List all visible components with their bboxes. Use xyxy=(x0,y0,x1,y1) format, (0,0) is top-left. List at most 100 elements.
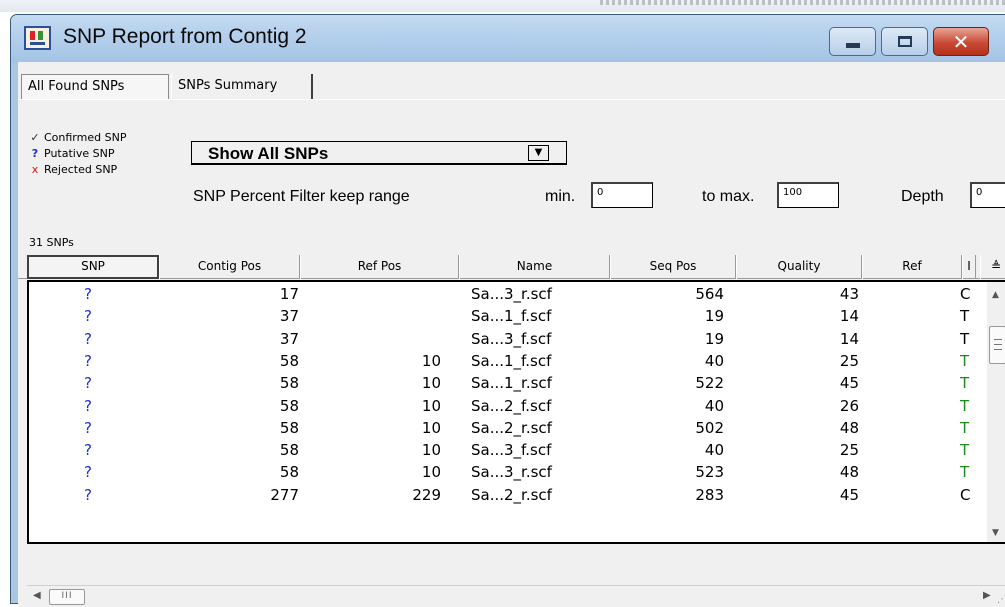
contig-pos-cell: 37 xyxy=(279,329,299,348)
name-cell: Sa...2_f.scf xyxy=(471,396,552,415)
tab-snps-summary[interactable]: SNPs Summary xyxy=(171,74,313,99)
name-cell: Sa...3_f.scf xyxy=(471,441,552,460)
app-icon[interactable] xyxy=(24,26,51,50)
table-row[interactable]: ? 37 Sa...1_f.scf 19 14 T xyxy=(29,305,979,327)
column-header-name[interactable]: Name xyxy=(459,255,610,279)
dropdown-arrow-button[interactable]: ▼ xyxy=(528,145,549,161)
column-header-seq-pos[interactable]: Seq Pos xyxy=(610,255,736,279)
ref-cell: T xyxy=(960,329,970,348)
seq-pos-cell: 283 xyxy=(695,485,724,504)
column-header-contig-pos[interactable]: Contig Pos xyxy=(159,255,300,279)
ref-cell: T xyxy=(960,351,970,370)
checkmark-icon: ✓ xyxy=(30,131,40,144)
table-row[interactable]: ? 58 10 Sa...3_r.scf 523 48 T xyxy=(29,461,979,483)
min-percent-input[interactable]: 0 xyxy=(591,182,653,208)
snp-status-cell: ? xyxy=(84,329,92,348)
maximize-icon xyxy=(897,36,912,47)
name-cell: Sa...3_r.scf xyxy=(471,463,552,482)
column-header-i[interactable]: I xyxy=(962,255,976,279)
vertical-scroll-thumb[interactable] xyxy=(989,326,1005,364)
snp-status-cell: ? xyxy=(84,396,92,415)
name-cell: Sa...1_f.scf xyxy=(471,307,552,326)
seq-pos-cell: 19 xyxy=(704,329,724,348)
contig-pos-cell: 58 xyxy=(279,351,299,370)
quality-cell: 48 xyxy=(839,463,859,482)
minimize-icon xyxy=(845,43,860,48)
table-row[interactable]: ? 58 10 Sa...2_r.scf 502 48 T xyxy=(29,417,979,439)
table-row[interactable]: ? 58 10 Sa...1_r.scf 522 45 T xyxy=(29,372,979,394)
name-cell: Sa...3_f.scf xyxy=(471,329,552,348)
snp-status-cell: ? xyxy=(84,418,92,437)
snp-status-cell: ? xyxy=(84,307,92,326)
snp-status-cell: ? xyxy=(84,374,92,393)
horizontal-scrollbar[interactable]: ◀ III ▶ ⋰ xyxy=(27,585,1005,607)
minimize-button[interactable] xyxy=(829,27,876,56)
max-percent-input[interactable]: 100 xyxy=(777,182,839,208)
title-bar[interactable]: SNP Report from Contig 2 ✕ xyxy=(11,15,1005,63)
quality-cell: 14 xyxy=(839,307,859,326)
ref-pos-cell: 229 xyxy=(412,485,441,504)
resize-grip-icon[interactable]: ⋰ xyxy=(997,594,1005,605)
column-header-ref-pos[interactable]: Ref Pos xyxy=(300,255,459,279)
ref-cell: T xyxy=(960,396,970,415)
ref-cell: T xyxy=(960,441,970,460)
quality-cell: 25 xyxy=(839,351,859,370)
ref-pos-cell: 10 xyxy=(421,351,441,370)
name-cell: Sa...2_r.scf xyxy=(471,485,552,504)
quality-cell: 26 xyxy=(839,396,859,415)
name-cell: Sa...3_r.scf xyxy=(471,285,552,303)
scroll-left-icon[interactable]: ◀ xyxy=(33,590,41,601)
scroll-up-icon[interactable]: ▲ xyxy=(992,290,999,300)
chevron-down-icon: ▼ xyxy=(534,147,543,158)
window-title: SNP Report from Contig 2 xyxy=(63,25,307,48)
scroll-down-icon[interactable]: ▼ xyxy=(992,528,999,538)
quality-cell: 45 xyxy=(839,485,859,504)
tab-all-found-snps[interactable]: All Found SNPs xyxy=(21,74,169,99)
seq-pos-cell: 19 xyxy=(704,307,724,326)
ref-cell: T xyxy=(960,307,970,326)
horizontal-scroll-thumb[interactable]: III xyxy=(49,589,85,605)
quality-cell: 48 xyxy=(839,418,859,437)
column-header-ref[interactable]: Ref xyxy=(862,255,962,279)
depth-input[interactable]: 0 xyxy=(970,182,1005,208)
table-row[interactable]: ? 58 10 Sa...3_f.scf 40 25 T xyxy=(29,439,979,461)
table-row[interactable]: ? 17 Sa...3_r.scf 564 43 C xyxy=(29,283,979,305)
table-row[interactable]: ? 58 10 Sa...1_f.scf 40 25 T xyxy=(29,350,979,372)
ref-cell: C xyxy=(960,485,971,504)
contig-pos-cell: 58 xyxy=(279,374,299,393)
table-header: SNP Contig Pos Ref Pos Name Seq Pos Qual… xyxy=(18,255,1005,279)
column-header-quality[interactable]: Quality xyxy=(736,255,862,279)
contig-pos-cell: 58 xyxy=(279,418,299,437)
table-row[interactable]: ? 277 229 Sa...2_r.scf 283 45 C xyxy=(29,484,979,506)
ref-cell: C xyxy=(960,285,971,303)
close-button[interactable]: ✕ xyxy=(933,27,989,56)
depth-label: Depth xyxy=(901,188,944,205)
seq-pos-cell: 564 xyxy=(695,285,724,303)
desktop-background xyxy=(0,0,1005,12)
dropdown-selected-value: Show All SNPs xyxy=(208,144,329,163)
snp-status-cell: ? xyxy=(84,441,92,460)
table-row[interactable]: ? 58 10 Sa...2_f.scf 40 26 T xyxy=(29,395,979,417)
scroll-right-icon[interactable]: ▶ xyxy=(983,590,991,601)
contig-pos-cell: 58 xyxy=(279,441,299,460)
contig-pos-cell: 58 xyxy=(279,463,299,482)
quality-cell: 14 xyxy=(839,329,859,348)
column-chooser-button[interactable]: ≜ xyxy=(980,255,1005,279)
column-header-snp[interactable]: SNP xyxy=(27,255,159,279)
min-label: min. xyxy=(545,188,576,205)
snp-table: ? 17 Sa...3_r.scf 564 43 C? 37 Sa...1_f.scf 19 14… xyxy=(27,280,1005,544)
background-window-edge xyxy=(600,0,1005,5)
vertical-scrollbar[interactable]: ▲ ▼ xyxy=(987,282,1005,542)
seq-pos-cell: 523 xyxy=(695,463,724,482)
seq-pos-cell: 40 xyxy=(704,351,724,370)
table-row[interactable]: ? 37 Sa...3_f.scf 19 14 T xyxy=(29,328,979,350)
legend-putative: ? Putative SNP xyxy=(29,147,115,160)
snp-count: 31 SNPs xyxy=(29,236,74,249)
x-mark-icon: x xyxy=(31,163,39,176)
snp-filter-dropdown[interactable]: Show All SNPs ▼ xyxy=(191,141,567,165)
quality-cell: 45 xyxy=(839,374,859,393)
legend-putative-label: Putative SNP xyxy=(44,147,115,160)
snp-report-window: SNP Report from Contig 2 ✕ All Found SNP… xyxy=(10,14,1005,607)
snp-status-cell: ? xyxy=(84,351,92,370)
maximize-button[interactable] xyxy=(881,27,928,56)
